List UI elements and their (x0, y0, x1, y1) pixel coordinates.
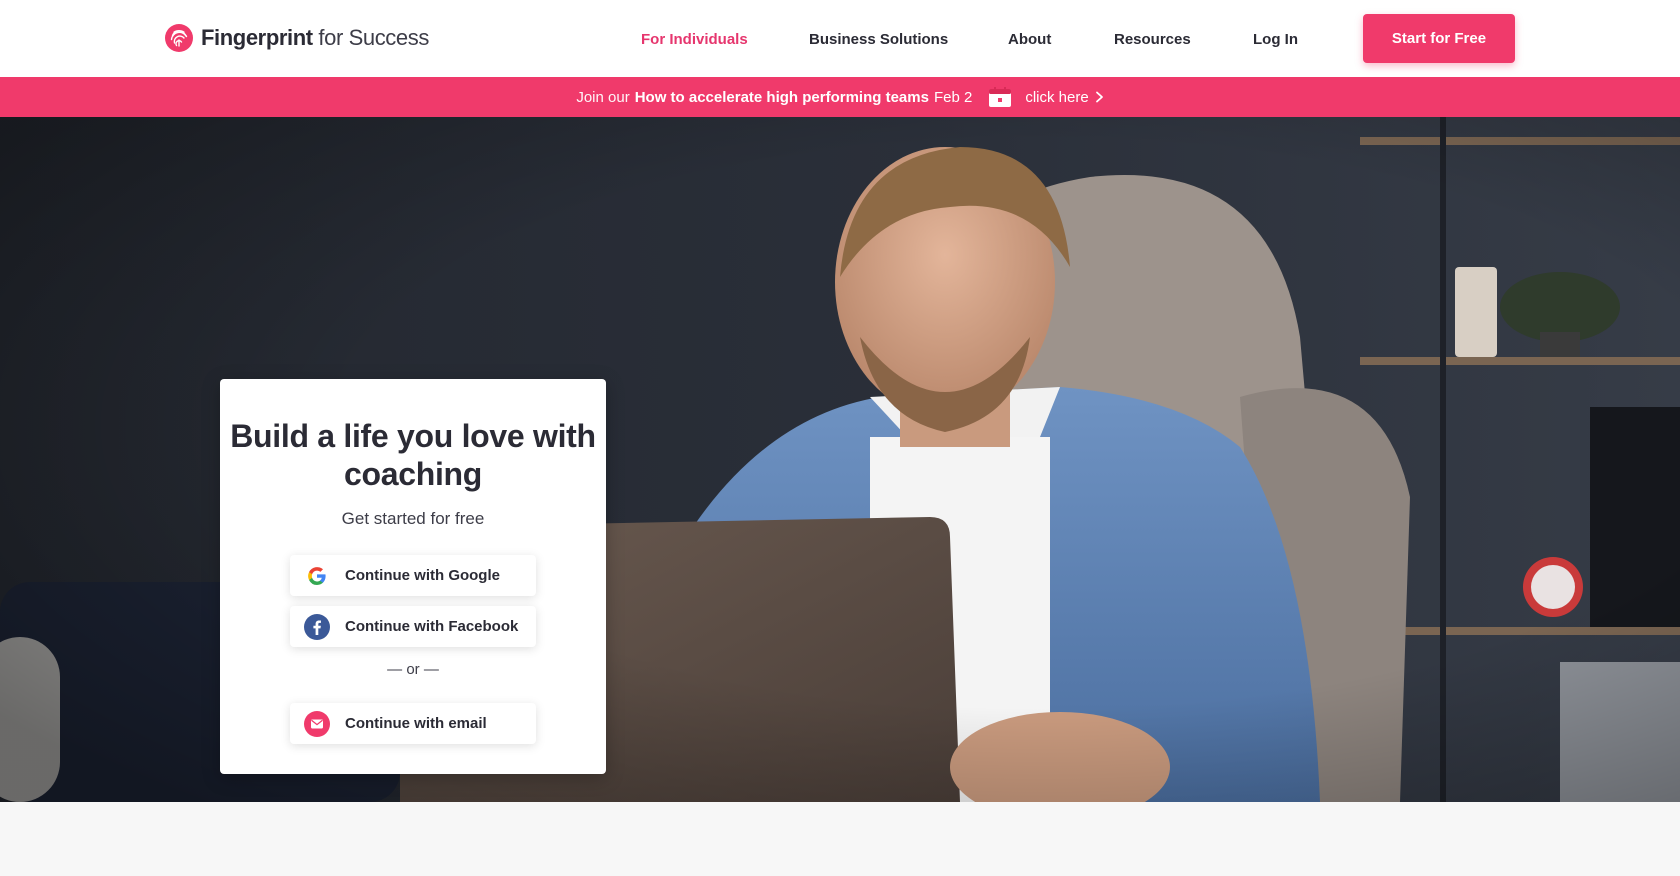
google-button-label: Continue with Google (345, 567, 500, 584)
hero-subtitle: Get started for free (341, 509, 485, 528)
announcement-banner: Join our How to accelerate high performi… (0, 77, 1680, 117)
chevron-right-icon (1095, 91, 1103, 103)
facebook-icon (304, 613, 330, 640)
google-icon (304, 563, 330, 589)
calendar-icon (989, 87, 1012, 107)
next-section-strip (0, 802, 1680, 876)
facebook-button-label: Continue with Facebook (345, 618, 519, 635)
continue-with-facebook-button[interactable]: Continue with Facebook (290, 606, 536, 647)
email-button-label: Continue with email (345, 715, 487, 732)
site-header: Fingerprint for Success For Individuals … (0, 0, 1680, 77)
start-for-free-button[interactable]: Start for Free (1363, 14, 1515, 63)
email-icon (304, 710, 330, 737)
nav-log-in[interactable]: Log In (1253, 28, 1298, 52)
nav-for-individuals[interactable]: For Individuals (641, 28, 748, 52)
or-divider: — or — (387, 661, 439, 678)
continue-with-google-button[interactable]: Continue with Google (290, 555, 536, 596)
banner-prefix: Join our (576, 88, 630, 106)
banner-date: Feb 2 (933, 88, 973, 106)
nav-business-solutions[interactable]: Business Solutions (809, 28, 948, 52)
banner-click-here-link[interactable]: click here (1025, 89, 1103, 106)
signup-card: Build a life you love with coaching Get … (220, 379, 606, 774)
continue-with-email-button[interactable]: Continue with email (290, 703, 536, 744)
nav-about[interactable]: About (1008, 28, 1051, 52)
banner-link-label: click here (1025, 88, 1089, 106)
nav-resources[interactable]: Resources (1114, 28, 1191, 52)
hero-title: Build a life you love with coaching (230, 418, 596, 492)
hero-section: Build a life you love with coaching Get … (0, 117, 1680, 802)
banner-event-title: How to accelerate high performing teams (634, 88, 929, 106)
